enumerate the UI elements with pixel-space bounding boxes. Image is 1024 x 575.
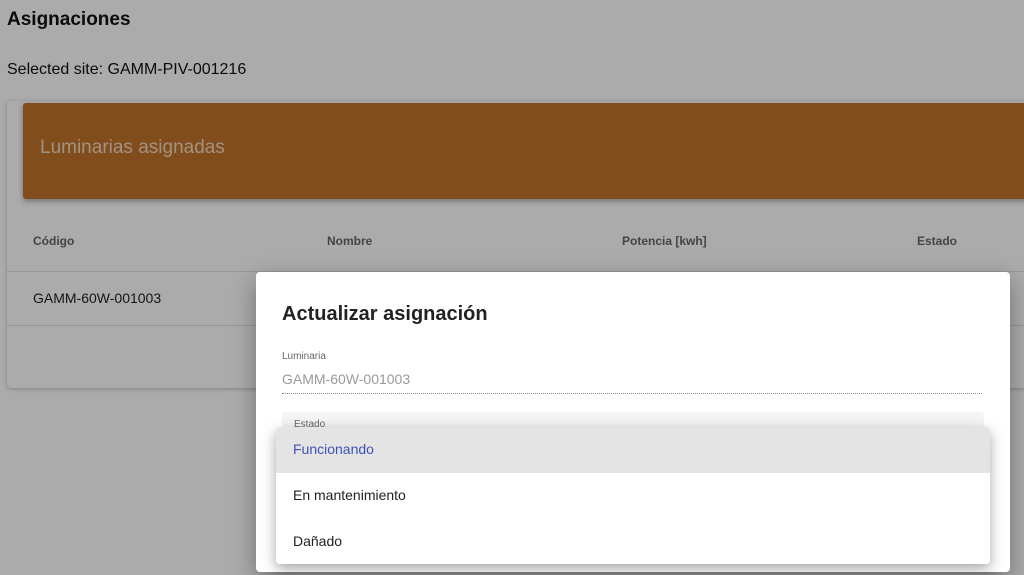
luminaria-field: GAMM-60W-001003 [282, 371, 982, 394]
page: Asignaciones Selected site: GAMM-PIV-001… [0, 0, 1024, 575]
option-label: Dañado [293, 533, 343, 549]
estado-options-menu: Funcionando En mantenimiento Dañado [276, 427, 990, 564]
luminaria-field-label: Luminaria [282, 351, 326, 362]
option-label: Funcionando [293, 441, 374, 457]
dialog-title: Actualizar asignación [282, 303, 488, 325]
option-danado[interactable]: Dañado [276, 519, 990, 564]
option-label: En mantenimiento [293, 487, 406, 503]
option-funcionando[interactable]: Funcionando [276, 427, 990, 473]
option-en-mantenimiento[interactable]: En mantenimiento [276, 473, 990, 519]
